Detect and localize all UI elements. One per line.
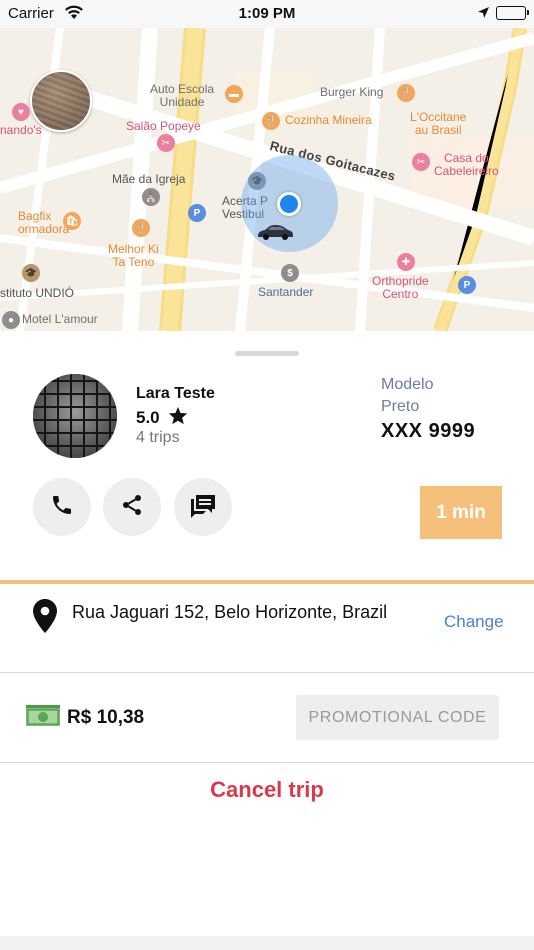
divider [0,672,534,673]
clock: 1:09 PM [238,5,296,22]
destination-address: Rua Jaguari 152, Belo Horizonte, Brazil [72,602,388,622]
battery-icon [496,6,529,20]
chat-button[interactable] [174,478,232,536]
divider [0,762,534,763]
promo-code-button[interactable]: PROMOTIONAL CODE [296,695,499,740]
map-poi-label: L'Occitane au Brasil [410,110,467,137]
vehicle-model: Modelo [381,376,434,393]
rating-value: 5.0 [136,408,160,427]
map-poi-icon: ✂ [412,153,430,171]
phone-icon [50,493,74,522]
map-poi-label: Salão Popeye [126,119,201,133]
location-pin-icon [33,599,57,638]
map-poi-icon: 🍴 [397,84,415,102]
vehicle-color: Preto [381,398,420,415]
driver-trips: 4 trips [136,429,180,446]
map-poi-label: Casa do Cabeleireiro [434,151,499,178]
eta-badge: 1 min [420,486,502,539]
map-poi-icon: ● [2,311,20,329]
map-poi-label: Mãe da Igreja [112,172,186,186]
chat-icon [189,492,217,523]
map-poi-label: Melhor Ki Ta Teno [108,242,159,269]
trip-sheet: Lara Teste 5.0 4 trips Modelo Preto XXX … [0,331,534,950]
map-view[interactable]: ♥ nando's Auto Escola Unidade ▬ Burger K… [0,28,534,331]
sheet-drag-handle[interactable] [235,351,299,356]
map-poi-icon: 🍴 [132,219,150,237]
map-poi-label: nando's [0,123,42,137]
driver-name: Lara Teste [136,385,215,402]
call-button[interactable] [33,478,91,536]
map-poi-icon: ♥ [12,103,30,121]
parking-icon: P [458,276,476,294]
share-button[interactable] [103,478,161,536]
map-poi-icon: ✂ [157,134,175,152]
money-icon [26,705,60,732]
map-poi-label: stituto UNDIÓ [0,286,75,300]
driver-rating: 5.0 [136,406,188,430]
star-icon [168,406,188,430]
map-poi-icon: 🛍 [63,212,81,230]
accent-divider [0,580,534,584]
map-poi-label: Burger King [320,85,384,99]
bank-icon: $ [281,264,299,282]
map-poi-label: Auto Escola Unidade [150,82,215,109]
map-poi-icon: 🎓 [22,264,40,282]
trip-price: R$ 10,38 [67,707,145,728]
map-poi-label: Motel L'amour [22,312,98,326]
map-poi-label: Bagfix ormadora [18,209,70,236]
change-destination-link[interactable]: Change [444,612,504,632]
map-poi-label: Cozinha Mineira [285,113,372,127]
home-indicator-area [0,936,534,950]
map-poi-label: Orthopride Centro [372,274,429,301]
status-bar: Carrier 1:09 PM [0,0,534,28]
location-arrow-icon [477,6,490,23]
map-poi-label: Santander [258,285,314,299]
current-location-dot [277,192,301,216]
share-icon [120,493,144,522]
cancel-trip-button[interactable]: Cancel trip [0,777,534,803]
map-poi-icon: ✚ [397,253,415,271]
map-poi-icon: 🍴 [262,112,280,130]
vehicle-plate: XXX 9999 [381,420,476,442]
parking-icon: P [188,204,206,222]
driver-avatar [33,374,117,458]
map-poi-icon: ▬ [225,85,243,103]
map-poi-icon: ⛪ [142,188,160,206]
